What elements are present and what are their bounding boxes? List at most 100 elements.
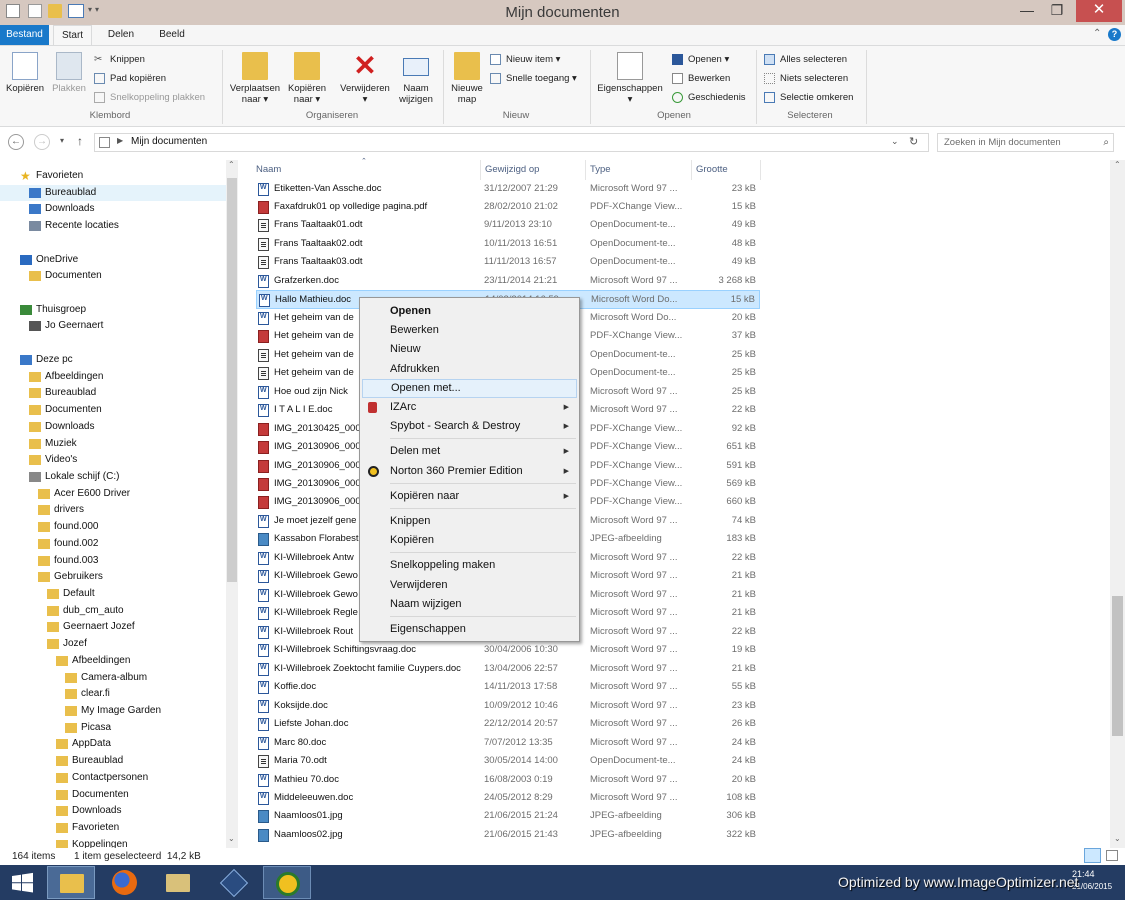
start-button[interactable] <box>0 866 44 899</box>
forward-button[interactable]: → <box>34 134 50 150</box>
nav-item[interactable]: drivers <box>38 502 84 519</box>
ctx-norton[interactable]: Norton 360 Premier Edition ▶ <box>362 462 577 481</box>
nav-item[interactable]: found.000 <box>38 519 99 536</box>
nav-item[interactable]: Bureaublad <box>0 184 226 202</box>
search-input[interactable]: Zoeken in Mijn documenten ⌕ <box>937 133 1114 152</box>
ctx-izarc[interactable]: IZArc ▶ <box>362 398 577 417</box>
paste-button[interactable]: Plakken <box>48 52 90 94</box>
ctx-print[interactable]: Afdrukken <box>362 360 577 379</box>
breadcrumb[interactable]: Mijn documenten <box>131 136 207 147</box>
ctx-rename[interactable]: Naam wijzigen <box>362 595 577 614</box>
minimize-button[interactable]: — <box>1012 0 1042 22</box>
window-icon[interactable] <box>6 4 20 18</box>
nav-item[interactable]: Downloads <box>56 803 121 820</box>
file-row[interactable]: Frans Taaltaak01.odt 9/11/2013 23:10 OpenD… <box>256 216 760 235</box>
large-icons-view-icon[interactable] <box>1106 850 1118 861</box>
nav-item[interactable]: Default <box>47 586 95 603</box>
nav-item[interactable]: Jo Geernaert <box>29 318 103 335</box>
properties-qat-icon[interactable] <box>28 4 42 18</box>
column-separator[interactable] <box>760 160 761 180</box>
column-separator[interactable] <box>691 160 692 180</box>
delete-button[interactable]: ✕ Verwijderen ▾ <box>336 52 394 106</box>
column-separator[interactable] <box>585 160 586 180</box>
column-size[interactable]: Grootte <box>696 163 728 177</box>
scroll-down-icon[interactable]: ⌄ <box>1114 834 1121 843</box>
copy-button[interactable]: Kopiëren <box>4 52 46 94</box>
nav-item[interactable]: Muziek <box>29 436 77 453</box>
history-button[interactable]: Geschiedenis <box>672 89 746 106</box>
select-all-button[interactable]: Alles selecteren <box>764 51 847 68</box>
navigation-scrollbar[interactable]: ⌃ ⌄ <box>226 160 238 848</box>
tab-file[interactable]: Bestand <box>0 25 49 45</box>
nav-item[interactable]: found.002 <box>38 536 99 553</box>
file-row[interactable]: Koffie.doc 14/11/2013 17:58 Microsoft Word… <box>256 678 760 697</box>
invert-selection-button[interactable]: Selectie omkeren <box>764 89 853 106</box>
open-button[interactable]: Openen ▾ <box>672 51 729 68</box>
nav-item[interactable]: Picasa <box>65 720 111 737</box>
qat-customize-icon[interactable]: ▾ <box>95 5 99 14</box>
move-to-button[interactable]: Verplaatsen naar ▾ <box>227 52 283 105</box>
nav-item[interactable]: Favorieten <box>56 820 119 837</box>
scroll-down-icon[interactable]: ⌄ <box>228 834 235 843</box>
nav-item[interactable]: My Image Garden <box>65 703 161 720</box>
nav-item[interactable]: Afbeeldingen <box>29 369 103 386</box>
qat-dropdown-icon[interactable]: ▾ <box>88 5 92 14</box>
taskbar-explorer2-button[interactable] <box>154 866 202 899</box>
edit-button[interactable]: Bewerken <box>672 70 730 87</box>
file-row[interactable]: Frans Taaltaak02.odt 10/11/2013 16:51 Open… <box>256 235 760 254</box>
ctx-copy-to[interactable]: Kopiëren naar ▶ <box>362 487 577 506</box>
file-row[interactable]: Naamloos02.jpg 21/06/2015 21:43 JPEG-afbee… <box>256 826 760 845</box>
ctx-delete[interactable]: Verwijderen <box>362 576 577 595</box>
new-folder-qat-icon[interactable] <box>48 4 62 18</box>
taskbar-explorer-button[interactable] <box>47 866 95 899</box>
nav-item[interactable]: Thuisgroep <box>20 302 86 319</box>
taskbar-app-button[interactable] <box>210 866 258 899</box>
file-row[interactable]: KI-Willebroek Zoektocht familie Cuypers.… <box>256 660 760 679</box>
address-dropdown-icon[interactable]: ⌄ <box>891 136 899 147</box>
close-button[interactable]: ✕ <box>1076 0 1122 22</box>
file-row[interactable]: Middeleeuwen.doc 24/05/2012 8:29 Microsoft… <box>256 789 760 808</box>
cut-button[interactable]: ✂ Knippen <box>94 51 145 68</box>
file-list-scrollbar[interactable]: ⌃ ⌄ <box>1110 160 1125 848</box>
maximize-button[interactable]: ❐ <box>1042 0 1072 22</box>
column-separator[interactable] <box>480 160 481 180</box>
ctx-create-shortcut[interactable]: Snelkoppeling maken <box>362 556 577 575</box>
file-row[interactable]: Maria 70.odt 30/05/2014 14:00 OpenDocument… <box>256 752 760 771</box>
nav-item[interactable]: Documenten <box>29 402 102 419</box>
details-view-icon[interactable] <box>1084 848 1101 863</box>
navigation-scroll-thumb[interactable] <box>227 178 237 582</box>
refresh-icon[interactable]: ↻ <box>909 135 918 148</box>
nav-item[interactable]: Lokale schijf (C:) <box>29 469 119 486</box>
copy-to-button[interactable]: Kopiëren naar ▾ <box>284 52 330 105</box>
nav-item[interactable]: Recente locaties <box>29 218 119 235</box>
up-button[interactable]: ↑ <box>77 134 83 148</box>
rename-button[interactable]: Naam wijzigen <box>395 52 437 105</box>
file-row[interactable]: Liefste Johan.doc 22/12/2014 20:57 Microso… <box>256 715 760 734</box>
nav-item[interactable]: Documenten <box>29 268 102 285</box>
column-name[interactable]: Naam <box>256 163 281 177</box>
file-row[interactable]: Mathieu 70.doc 16/08/2003 0:19 Microsoft W… <box>256 771 760 790</box>
ctx-new[interactable]: Nieuw <box>362 340 577 359</box>
nav-item[interactable]: Geernaert Jozef <box>47 619 135 636</box>
nav-item[interactable]: Video's <box>29 452 77 469</box>
scroll-up-icon[interactable]: ⌃ <box>228 160 235 169</box>
ctx-cut[interactable]: Knippen <box>362 512 577 531</box>
new-folder-button[interactable]: Nieuwe map <box>448 52 486 105</box>
tab-start[interactable]: Start <box>53 25 92 45</box>
easy-access-button[interactable]: Snelle toegang ▾ <box>490 70 577 87</box>
tab-view[interactable]: Beeld <box>150 25 194 45</box>
nav-item[interactable]: Downloads <box>29 419 94 436</box>
ctx-copy[interactable]: Kopiëren <box>362 531 577 550</box>
nav-item[interactable]: Gebruikers <box>38 569 103 586</box>
copy-path-button[interactable]: Pad kopiëren <box>94 70 166 87</box>
taskbar-firefox-button[interactable] <box>101 866 149 899</box>
nav-item[interactable]: found.003 <box>38 553 99 570</box>
file-row[interactable]: Naamloos01.jpg 21/06/2015 21:24 JPEG-afbee… <box>256 807 760 826</box>
new-item-button[interactable]: Nieuw item ▾ <box>490 51 560 68</box>
nav-item[interactable]: ★ Favorieten <box>20 168 83 185</box>
nav-item[interactable]: Acer E600 Driver <box>38 486 130 503</box>
nav-item[interactable]: dub_cm_auto <box>47 603 124 620</box>
nav-item[interactable]: Bureaublad <box>56 753 123 770</box>
file-row[interactable]: Grafzerken.doc 23/11/2014 21:21 Microsoft … <box>256 272 760 291</box>
collapse-ribbon-icon[interactable]: ⌃ <box>1093 28 1101 39</box>
